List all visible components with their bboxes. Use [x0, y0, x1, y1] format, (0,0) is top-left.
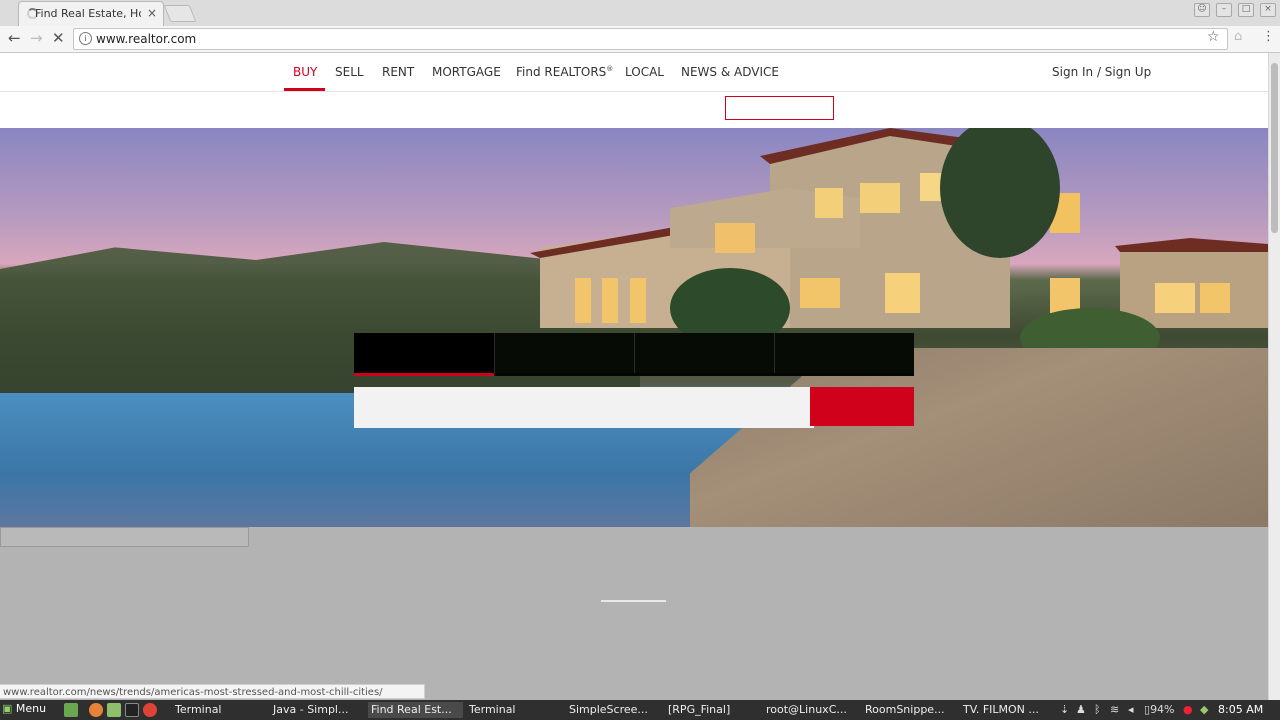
- menu-icon[interactable]: ⋮: [1262, 29, 1275, 44]
- search-tab-active-indicator: [354, 373, 494, 376]
- hero-image: [0, 128, 1268, 527]
- maximize-button[interactable]: □: [1238, 3, 1254, 17]
- nav-local[interactable]: LOCAL: [625, 65, 664, 79]
- mint-logo-icon: ▣: [2, 702, 13, 715]
- nav-active-indicator: [284, 88, 325, 91]
- task-rpg-final[interactable]: [RPG_Final]: [665, 702, 760, 718]
- volume-icon[interactable]: ◂: [1128, 703, 1134, 716]
- taskbar: ▣ Menu Terminal Java - Simpl... Find Rea…: [0, 700, 1280, 720]
- nav-rent[interactable]: RENT: [382, 65, 414, 79]
- nav-find-realtors[interactable]: Find REALTORS®: [516, 65, 613, 79]
- url-text: www.realtor.com: [96, 32, 197, 46]
- page-viewport: BUY SELL RENT MORTGAGE Find REALTORS® LO…: [0, 53, 1268, 700]
- task-terminal-2[interactable]: Terminal: [466, 702, 561, 718]
- search-tab-1[interactable]: [354, 333, 494, 373]
- search-button[interactable]: [810, 387, 914, 426]
- tab-close-icon[interactable]: ×: [147, 6, 157, 20]
- site-header: BUY SELL RENT MORTGAGE Find REALTORS® LO…: [0, 53, 1268, 92]
- task-tv-filmon[interactable]: TV. FILMON ...: [960, 702, 1055, 718]
- task-roomsnippets[interactable]: RoomSnippe...: [862, 702, 957, 718]
- minimize-button[interactable]: –: [1216, 3, 1232, 17]
- star-icon[interactable]: ☆: [1207, 29, 1220, 45]
- loading-placeholder: [0, 527, 249, 547]
- sub-header: [0, 92, 1268, 128]
- nav-news-advice[interactable]: NEWS & ADVICE: [681, 65, 779, 79]
- battery-indicator[interactable]: ▯94%: [1144, 703, 1175, 716]
- task-chrome[interactable]: Find Real Est...: [368, 702, 463, 718]
- search-tab-2[interactable]: [494, 333, 634, 373]
- back-arrow-icon[interactable]: ←: [8, 29, 21, 47]
- nav-sell[interactable]: SELL: [335, 65, 364, 79]
- loading-indicator: [601, 600, 666, 602]
- files-icon[interactable]: [107, 703, 121, 717]
- new-tab-button[interactable]: [163, 5, 197, 22]
- tray-arrow-icon[interactable]: ⇣: [1060, 703, 1069, 716]
- shield-icon[interactable]: ◆: [1200, 703, 1208, 716]
- scrollbar-thumb[interactable]: [1271, 63, 1278, 233]
- battery-percent: 94%: [1150, 703, 1175, 716]
- stop-icon[interactable]: ✕: [52, 29, 65, 47]
- task-java[interactable]: Java - Simpl...: [270, 702, 365, 718]
- outlined-button[interactable]: [725, 96, 834, 120]
- status-url: www.realtor.com/news/trends/americas-mos…: [0, 684, 425, 699]
- terminal-icon[interactable]: [125, 703, 139, 717]
- nav-find-realtors-label: Find REALTORS: [516, 65, 607, 79]
- profile-icon[interactable]: ☺: [1194, 3, 1210, 17]
- task-terminal-1[interactable]: Terminal: [172, 702, 267, 718]
- browser-tab-active[interactable]: Find Real Estate, Hom ×: [18, 1, 164, 27]
- show-desktop-icon[interactable]: [64, 703, 78, 717]
- user-icon[interactable]: ♟: [1076, 703, 1086, 716]
- start-menu-label: Menu: [15, 702, 47, 715]
- extension-icon[interactable]: ⌂: [1234, 29, 1242, 44]
- registered-mark: ®: [606, 65, 614, 73]
- firefox-icon[interactable]: [89, 703, 103, 717]
- bluetooth-icon[interactable]: ᛒ: [1094, 703, 1101, 716]
- close-window-button[interactable]: ×: [1260, 3, 1276, 17]
- task-root-terminal[interactable]: root@LinuxC...: [763, 702, 858, 718]
- signin-link[interactable]: Sign In / Sign Up: [1052, 65, 1151, 79]
- wifi-icon[interactable]: ≋: [1110, 703, 1119, 716]
- nav-buy[interactable]: BUY: [293, 65, 317, 79]
- tab-strip: Find Real Estate, Hom × ☺ – □ ×: [0, 0, 1280, 27]
- start-menu-button[interactable]: ▣ Menu: [2, 702, 46, 715]
- search-tab-3[interactable]: [634, 333, 774, 373]
- nav-mortgage[interactable]: MORTGAGE: [432, 65, 501, 79]
- clock[interactable]: 8:05 AM: [1218, 703, 1263, 716]
- tab-title: Find Real Estate, Hom: [35, 7, 141, 20]
- search-tab-4[interactable]: [774, 333, 914, 373]
- chrome-icon[interactable]: [143, 703, 157, 717]
- search-input[interactable]: [354, 387, 814, 428]
- forward-arrow-icon[interactable]: →: [30, 29, 43, 47]
- info-icon[interactable]: i: [79, 32, 92, 45]
- record-icon[interactable]: ●: [1183, 703, 1193, 716]
- address-bar[interactable]: i www.realtor.com ☆: [73, 28, 1228, 50]
- search-tabs: [354, 333, 914, 376]
- browser-toolbar: ← → ✕ i www.realtor.com ☆ ⌂ ⋮: [0, 26, 1280, 53]
- page-scrollbar[interactable]: [1268, 53, 1280, 700]
- task-simplescreen[interactable]: SimpleScree...: [566, 702, 661, 718]
